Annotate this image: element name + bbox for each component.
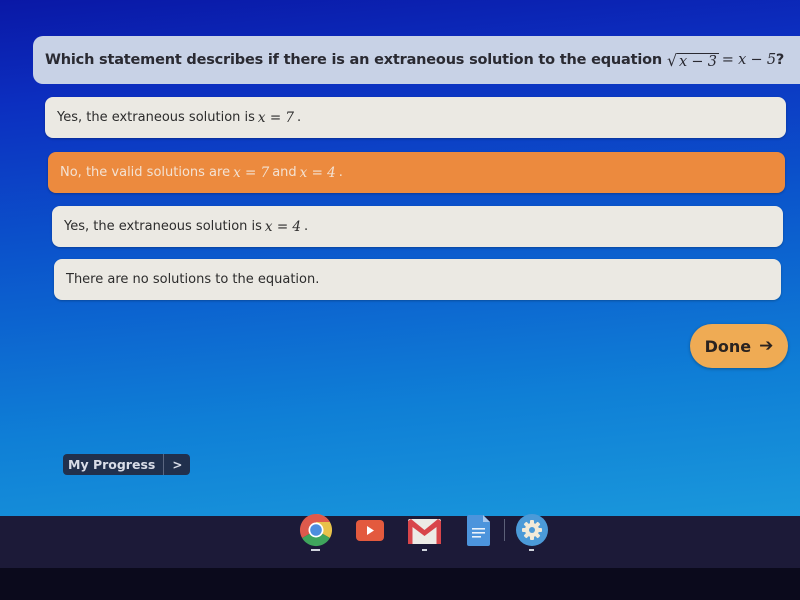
my-progress-label: My Progress (68, 457, 156, 472)
question-mark: ? (775, 52, 785, 68)
os-shelf (0, 516, 800, 568)
done-button[interactable]: Done ➔ (690, 324, 788, 368)
option-math-2: x = 4 (299, 164, 336, 181)
option-text: Yes, the extraneous solution is (57, 110, 255, 125)
docs-icon[interactable] (467, 515, 490, 546)
option-text: There are no solutions to the equation. (66, 272, 320, 287)
equation-sqrt: √ x − 3 (667, 50, 719, 70)
settings-running-indicator (529, 549, 534, 551)
option-text: Yes, the extraneous solution is (64, 219, 262, 234)
chrome-icon[interactable] (299, 513, 333, 547)
option-suffix: . (297, 110, 302, 125)
option-conjunction: and (272, 165, 297, 180)
answer-option-2-selected[interactable]: No, the valid solutions are x = 7 and x … (48, 152, 785, 193)
option-math: x = 4 (264, 218, 302, 235)
youtube-icon[interactable] (356, 520, 384, 541)
option-math: x = 7 (257, 109, 295, 126)
option-suffix: . (304, 219, 309, 234)
done-label: Done (704, 336, 752, 356)
gmail-running-indicator (422, 549, 427, 551)
arrow-right-icon: ➔ (759, 336, 774, 356)
settings-icon[interactable] (516, 514, 548, 546)
answer-option-4[interactable]: There are no solutions to the equation. (54, 259, 781, 300)
chevron-right-icon[interactable]: > (164, 458, 190, 472)
gmail-icon[interactable] (408, 519, 441, 544)
question-prompt: Which statement describes if there is an… (33, 36, 800, 84)
my-progress-button[interactable]: My Progress > (63, 454, 191, 475)
option-math: x = 7 (233, 164, 270, 181)
answer-option-1[interactable]: Yes, the extraneous solution is x = 7. (45, 97, 786, 138)
equation-rhs: = x − 5 (721, 52, 776, 68)
chrome-running-indicator (311, 549, 320, 551)
option-text: No, the valid solutions are (60, 165, 231, 180)
equation-radicand: x − 3 (677, 52, 719, 70)
answer-option-3[interactable]: Yes, the extraneous solution is x = 4. (52, 206, 783, 247)
question-text: Which statement describes if there is an… (45, 52, 662, 68)
option-suffix: . (338, 165, 343, 180)
shelf-divider (504, 519, 505, 541)
